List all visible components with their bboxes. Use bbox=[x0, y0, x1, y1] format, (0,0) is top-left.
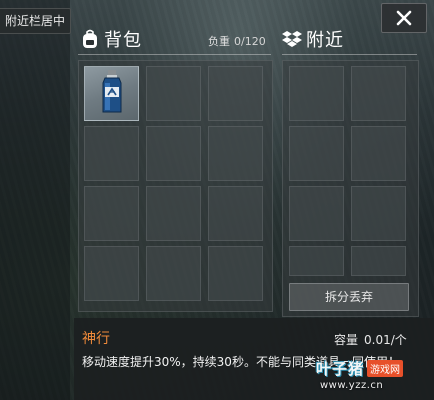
nearby-slot[interactable] bbox=[289, 66, 344, 121]
backpack-slot[interactable] bbox=[208, 66, 263, 121]
item-name: 神行 bbox=[82, 331, 110, 347]
nearby-title: 附近 bbox=[306, 30, 344, 51]
backpack-slot[interactable] bbox=[208, 186, 263, 241]
split-discard-button[interactable]: 拆分丢弃 bbox=[289, 283, 409, 311]
nearby-slot[interactable] bbox=[289, 246, 344, 276]
nearby-slot[interactable] bbox=[289, 186, 344, 241]
watermark-url: www.yzz.cn bbox=[320, 380, 384, 391]
backpack-slot[interactable] bbox=[84, 126, 139, 181]
potion-bottle-icon bbox=[101, 69, 123, 118]
item-capacity: 容量 0.01/个 bbox=[334, 331, 407, 348]
backpack-icon bbox=[80, 29, 100, 49]
backpack-divider bbox=[78, 54, 271, 55]
nearby-slot[interactable] bbox=[351, 126, 406, 181]
capacity-label: 容量 bbox=[334, 333, 359, 347]
backpack-slot[interactable] bbox=[146, 126, 201, 181]
weight-label: 负重 bbox=[208, 35, 230, 48]
nearby-slot[interactable] bbox=[289, 126, 344, 181]
backpack-slot[interactable] bbox=[146, 66, 201, 121]
backpack-slot[interactable] bbox=[146, 246, 201, 301]
capacity-value: 0.01/个 bbox=[364, 333, 407, 347]
nearby-divider bbox=[282, 54, 417, 55]
backpack-weight: 负重 0/120 bbox=[208, 33, 266, 49]
backpack-slot[interactable] bbox=[208, 246, 263, 301]
watermark-tag: 游戏网 bbox=[367, 360, 404, 377]
dropbox-icon bbox=[282, 29, 302, 49]
backpack-slot[interactable] bbox=[146, 186, 201, 241]
left-overlay bbox=[0, 0, 70, 400]
backpack-title: 背包 bbox=[104, 30, 142, 51]
close-button[interactable] bbox=[381, 3, 427, 33]
nearby-slot[interactable] bbox=[351, 186, 406, 241]
weight-value: 0/120 bbox=[234, 35, 266, 48]
backpack-slot[interactable] bbox=[84, 246, 139, 301]
nearby-header: 附近 bbox=[282, 28, 344, 51]
watermark-top: 叶子猪 游戏网 bbox=[316, 358, 404, 379]
nearby-center-tab[interactable]: 附近栏居中 bbox=[0, 8, 71, 34]
backpack-header: 背包 bbox=[80, 28, 142, 51]
nearby-slot[interactable] bbox=[351, 66, 406, 121]
watermark: 叶子猪 游戏网 www.yzz.cn bbox=[316, 358, 428, 396]
backpack-slot[interactable] bbox=[208, 126, 263, 181]
close-icon bbox=[396, 10, 412, 26]
watermark-brand: 叶子猪 bbox=[316, 360, 365, 378]
backpack-slot-filled[interactable] bbox=[84, 66, 139, 121]
backpack-slot[interactable] bbox=[84, 186, 139, 241]
nearby-slot[interactable] bbox=[351, 246, 406, 276]
